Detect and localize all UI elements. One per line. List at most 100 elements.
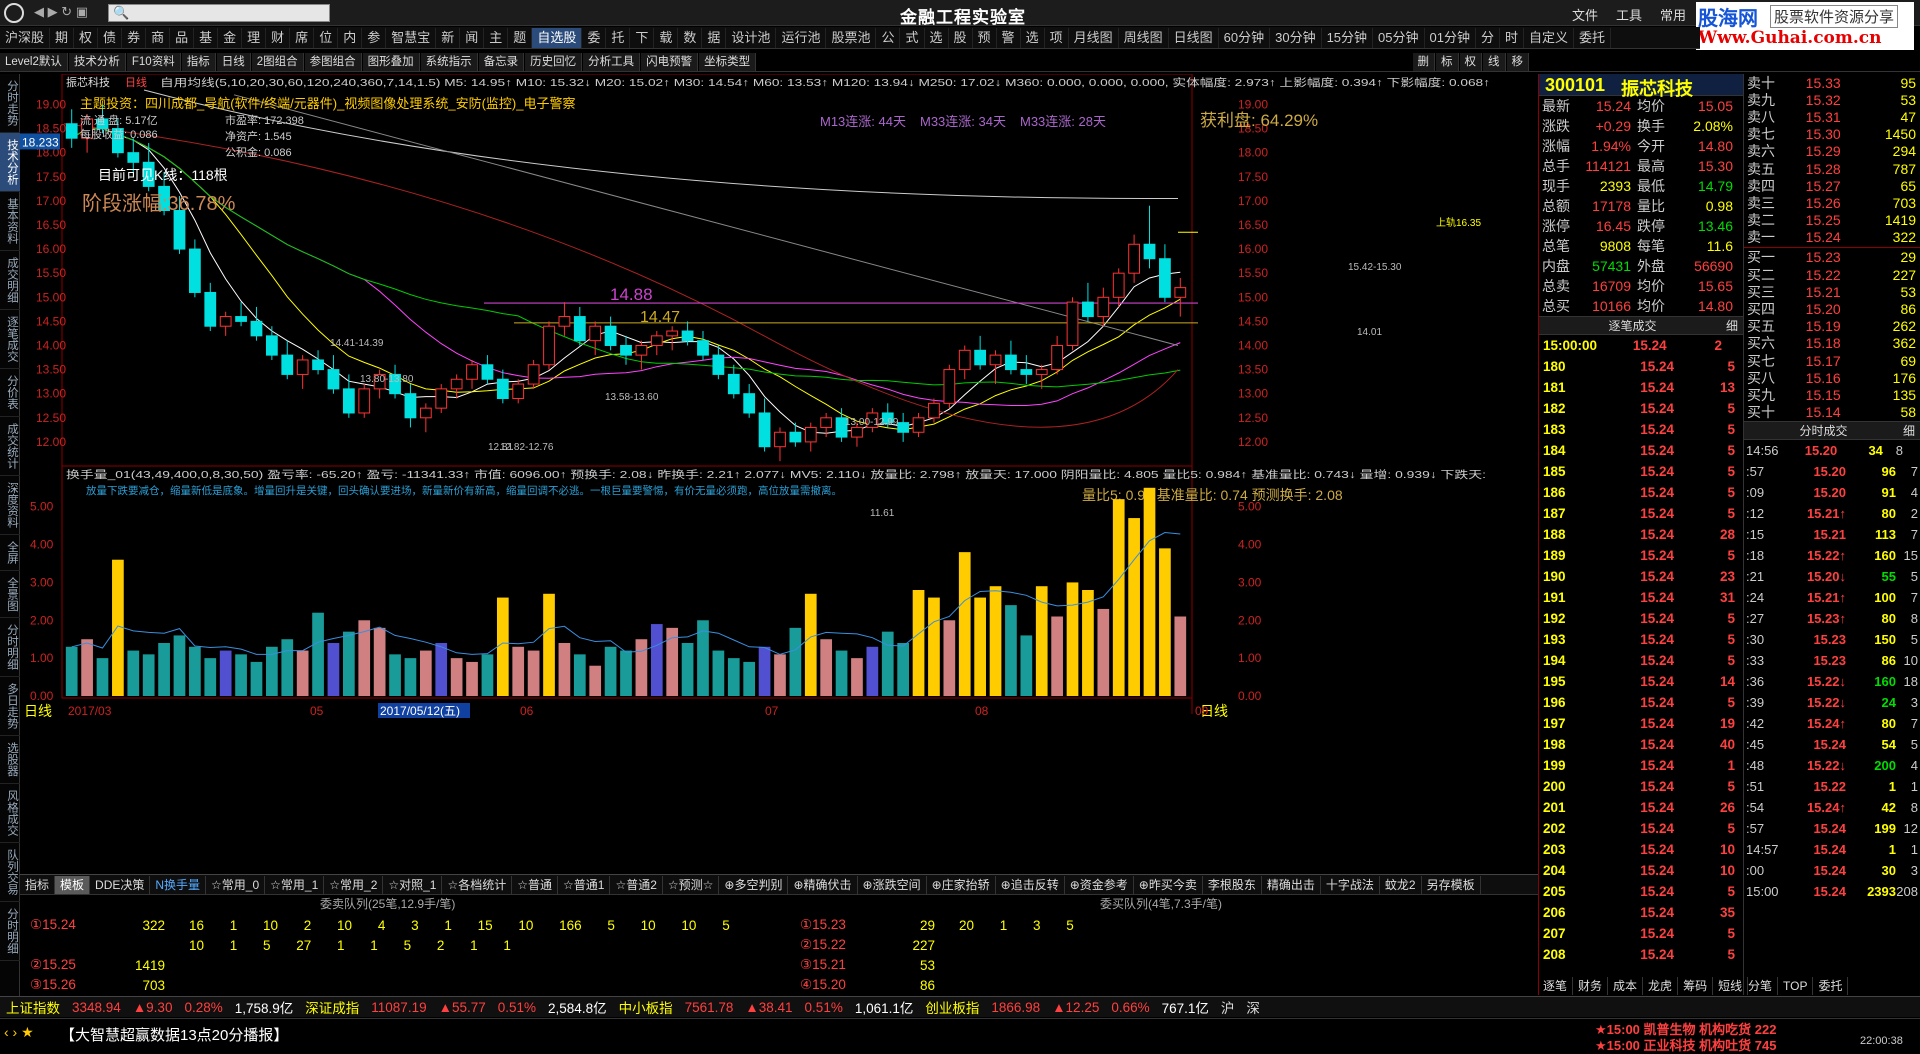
toolbar-right-button[interactable]: 标	[1436, 52, 1459, 71]
nav-item[interactable]: 05分钟	[1373, 27, 1425, 48]
nav-item[interactable]: 期	[50, 27, 75, 48]
indicator-tab[interactable]: ⊕追击反转	[996, 875, 1065, 894]
nav-item[interactable]: 运行池	[776, 27, 827, 48]
nav-item[interactable]: 载	[654, 27, 679, 48]
quote-tab[interactable]: 筹码	[1678, 977, 1714, 995]
left-tab[interactable]: 全景图	[0, 571, 20, 618]
nav-item[interactable]: 债	[98, 27, 123, 48]
nav-item[interactable]: 权	[74, 27, 99, 48]
nav-item[interactable]: 30分钟	[1270, 27, 1322, 48]
indicator-tab[interactable]: ☆对照_1	[383, 875, 443, 894]
nav-item[interactable]: 财	[266, 27, 291, 48]
kline-chart[interactable]: 19.00 19.0018.50 18.5018.00 18.0017.50 17.50…	[20, 74, 1538, 874]
nav-item[interactable]: 闻	[460, 27, 485, 48]
nav-item[interactable]: 新	[436, 27, 461, 48]
toolbar-button[interactable]: 历史回忆	[525, 52, 583, 71]
left-tab[interactable]: 风格成交	[0, 784, 20, 843]
main-chart-area[interactable]: 19.00 19.00 18.50 18.50 18.00 18.00 17.50 17.50…	[20, 74, 1538, 874]
left-tab[interactable]: 成交统计	[0, 417, 20, 476]
left-tab[interactable]: 全屏	[0, 535, 20, 571]
indicator-tab[interactable]: ☆常用_2	[324, 875, 384, 894]
left-tab[interactable]: 选股器	[0, 736, 20, 784]
status-item[interactable]: 0.28%	[178, 1000, 228, 1015]
nav-item[interactable]: 股票池	[826, 27, 877, 48]
status-item[interactable]: 1,758.9亿	[229, 997, 300, 1017]
nav-item[interactable]: 01分钟	[1425, 27, 1476, 48]
status-item[interactable]: 深	[1240, 997, 1266, 1017]
nav-item[interactable]: 选	[925, 27, 949, 48]
nav-item[interactable]: 智慧宝	[386, 27, 437, 48]
left-tab[interactable]: 基本资料	[0, 192, 20, 251]
nav-item[interactable]: 委托	[1574, 27, 1612, 48]
indicator-tab[interactable]: ⊕昨买今卖	[1134, 875, 1203, 894]
indicator-tab[interactable]: ☆各档统计	[442, 875, 513, 894]
toolbar-right-button[interactable]: 删	[1412, 52, 1435, 71]
indicator-tab[interactable]: ☆常用_1	[265, 875, 325, 894]
status-item[interactable]: 11087.19	[365, 1000, 432, 1015]
status-item[interactable]: 7561.78	[679, 1000, 740, 1015]
indicator-tab[interactable]: 另存模板	[1422, 875, 1481, 894]
nav-item[interactable]: 公	[876, 27, 901, 48]
status-item[interactable]: 沪	[1215, 997, 1241, 1017]
toolbar-button[interactable]: 日线	[216, 52, 251, 71]
ticks-tab[interactable]: 分笔	[1743, 977, 1779, 995]
nav-item[interactable]: 项	[1045, 27, 1069, 48]
left-tab[interactable]: 多日走势	[0, 677, 20, 736]
indicator-tab[interactable]: ⊕资金参考	[1065, 875, 1134, 894]
nav-item[interactable]: 自选股	[532, 27, 583, 48]
status-item[interactable]: ▲38.41	[739, 1000, 798, 1015]
nav-item[interactable]: 分	[1476, 27, 1500, 48]
ticker-text[interactable]: 【大智慧超赢数据13点20分播报】	[60, 1024, 288, 1045]
toolbar-right-button[interactable]: 移	[1506, 52, 1529, 71]
ticks-title[interactable]: 分时成交 细	[1744, 420, 1920, 440]
nav-item[interactable]: 月线图	[1069, 27, 1119, 48]
nav-item[interactable]: 时	[1500, 27, 1525, 48]
indicator-tab[interactable]: 指标	[20, 875, 56, 894]
nav-item[interactable]: 席	[290, 27, 315, 48]
status-item[interactable]: 1866.98	[985, 1000, 1046, 1015]
nav-item[interactable]: 理	[242, 27, 267, 48]
indicator-tab[interactable]: 蚊龙2	[1380, 875, 1422, 894]
nav-item[interactable]: 位	[314, 27, 339, 48]
toolbar-button[interactable]: F10资料	[126, 52, 181, 71]
indicator-tab[interactable]: ☆普通2	[610, 875, 663, 894]
status-item[interactable]: ▲55.77	[433, 1000, 492, 1015]
quote-tab[interactable]: 龙虎	[1643, 977, 1679, 995]
nav-item[interactable]: 股	[949, 27, 973, 48]
indicator-tab[interactable]: ⊕庄家抬轿	[927, 875, 996, 894]
nav-item[interactable]: 警	[997, 27, 1021, 48]
toolbar-button[interactable]: 2图组合	[251, 52, 304, 71]
nav-item[interactable]: 内	[338, 27, 363, 48]
status-item[interactable]: 1,061.1亿	[849, 997, 920, 1017]
status-item[interactable]: 2,584.8亿	[542, 997, 613, 1017]
window-controls[interactable]: ◀ ▶ ↻ ▣	[34, 4, 88, 20]
left-tab[interactable]: 队列交易	[0, 843, 20, 902]
status-item[interactable]: 767.1亿	[1156, 997, 1215, 1017]
toolbar-button[interactable]: 指标	[181, 52, 216, 71]
toolbar-button[interactable]: 备忘录	[478, 52, 525, 71]
status-item[interactable]: 3348.94	[66, 1000, 127, 1015]
nav-item[interactable]: 委	[582, 27, 607, 48]
nav-item[interactable]: 基	[194, 27, 219, 48]
indicator-tab[interactable]: ⊕精确伏击	[788, 875, 858, 894]
toolbar-right-button[interactable]: 线	[1483, 52, 1506, 71]
nav-item[interactable]: 托	[606, 27, 631, 48]
ticker-news-2[interactable]: ★15:00 正业科技 机构吐货 745	[1595, 1035, 1776, 1054]
left-tab[interactable]: 分时明细	[0, 618, 20, 677]
nav-item[interactable]: 券	[122, 27, 147, 48]
quote-tab[interactable]: 逐笔	[1538, 977, 1574, 995]
status-item[interactable]: ▲9.30	[127, 1000, 179, 1015]
trades-detail-button[interactable]: 细	[1726, 317, 1743, 336]
toolbar-button[interactable]: 坐标类型	[699, 52, 757, 71]
nav-item[interactable]: 商	[146, 27, 171, 48]
nav-item[interactable]: 金	[218, 27, 243, 48]
nav-item[interactable]: 题	[508, 27, 533, 48]
nav-item[interactable]: 自定义	[1524, 27, 1575, 48]
left-tab[interactable]: 深度资料	[0, 476, 20, 535]
indicator-tab[interactable]: ☆预测☆	[663, 875, 720, 894]
toolbar-button[interactable]: Level2默认	[0, 52, 68, 71]
nav-item[interactable]: 周线图	[1119, 27, 1169, 48]
indicator-tab[interactable]: ☆普通	[512, 875, 559, 894]
ticks-tab[interactable]: TOP	[1778, 977, 1814, 995]
status-item[interactable]: 0.51%	[492, 1000, 542, 1015]
